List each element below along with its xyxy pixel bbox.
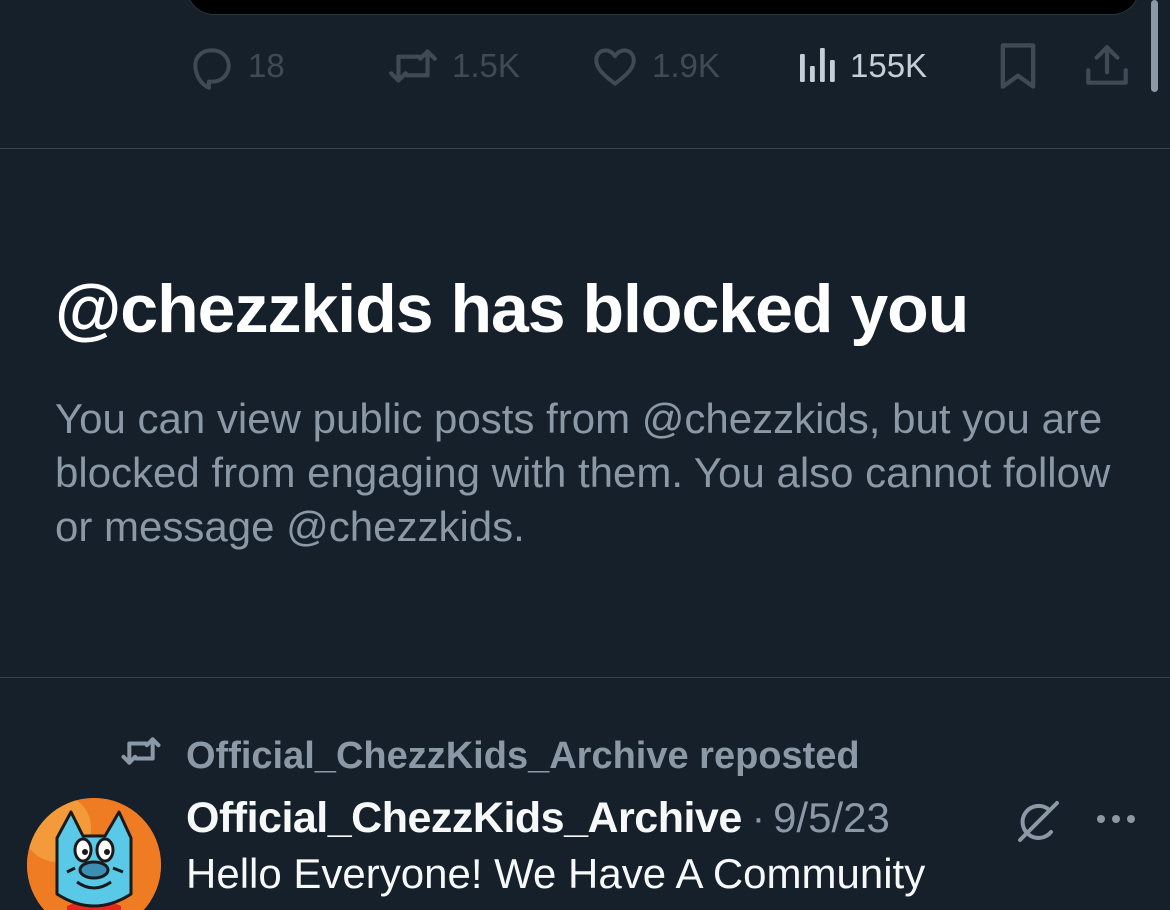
reply-count: 18 <box>248 47 285 84</box>
tweet-media-card[interactable] <box>186 0 1140 15</box>
like-icon <box>590 41 640 91</box>
avatar[interactable] <box>27 798 161 910</box>
divider <box>0 148 1170 149</box>
like-button[interactable]: 1.9K <box>590 36 720 96</box>
post-header: Official_ChezzKids_Archive · 9/5/23 <box>186 790 890 846</box>
repost-context[interactable]: Official_ChezzKids_Archive reposted <box>118 732 860 780</box>
views-icon <box>794 41 838 91</box>
repost-icon <box>386 41 440 91</box>
timeline-page: 18 1.5K 1.9K 155K @chezzkids has blocked… <box>0 0 1170 910</box>
tweet-action-bar: 18 1.5K 1.9K 155K <box>186 36 1136 96</box>
views-button[interactable]: 155K <box>794 36 927 96</box>
reply-icon <box>186 41 236 91</box>
reply-button[interactable]: 18 <box>186 36 285 96</box>
grok-icon[interactable] <box>1014 798 1062 846</box>
bookmark-button[interactable] <box>996 36 1040 96</box>
repost-small-icon <box>118 731 186 781</box>
scrollbar[interactable] <box>1151 0 1158 92</box>
separator-dot: · <box>751 795 766 840</box>
blocked-title: @chezzkids has blocked you <box>55 271 969 347</box>
repost-count: 1.5K <box>452 47 520 84</box>
bookmark-icon <box>996 40 1040 92</box>
post-date[interactable]: 9/5/23 <box>773 794 890 842</box>
share-icon <box>1082 40 1132 92</box>
repost-context-label: Official_ChezzKids_Archive reposted <box>186 734 860 777</box>
more-icon[interactable] <box>1092 804 1140 834</box>
views-count: 155K <box>850 47 928 84</box>
share-button[interactable] <box>1082 36 1132 96</box>
divider <box>0 677 1170 678</box>
author-name[interactable]: Official_ChezzKids_Archive <box>186 794 742 843</box>
repost-button[interactable]: 1.5K <box>386 36 520 96</box>
post-text: Hello Everyone! We Have A Community <box>186 850 926 897</box>
like-count: 1.9K <box>652 47 720 84</box>
blocked-description: You can view public posts from @chezzkid… <box>55 395 1111 550</box>
